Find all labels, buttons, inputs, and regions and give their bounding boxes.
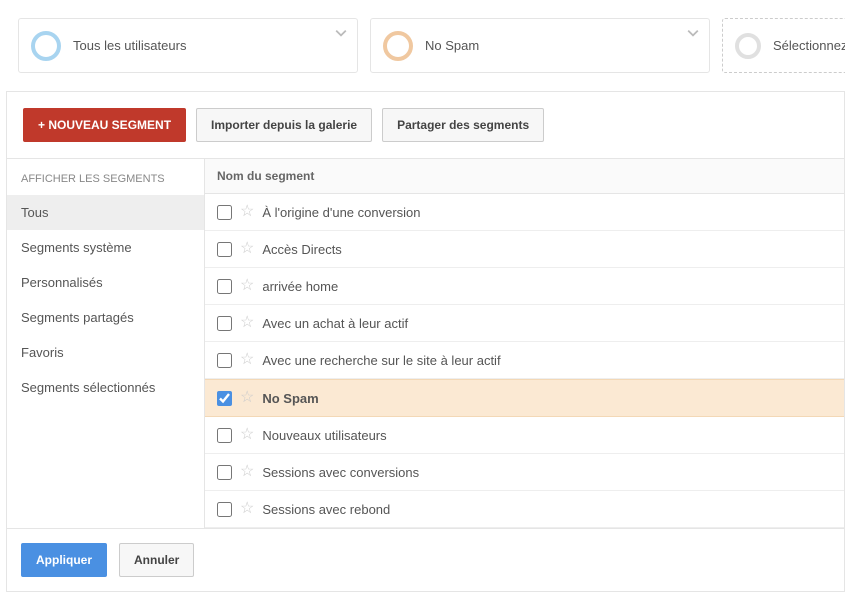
row-checkbox[interactable] <box>217 428 232 443</box>
row-label: No Spam <box>262 391 318 406</box>
sidebar-item[interactable]: Segments partagés <box>7 300 204 335</box>
table-row[interactable]: ☆ Avec une recherche sur le site à leur a… <box>205 342 844 379</box>
table-row[interactable]: ☆ Sessions avec rebond <box>205 491 844 528</box>
row-label: À l'origine d'une conversion <box>262 205 420 220</box>
segment-cards: Tous les utilisateurs No Spam Sélectionnez <box>0 0 845 91</box>
chevron-down-icon[interactable] <box>335 27 347 42</box>
row-checkbox[interactable] <box>217 242 232 257</box>
cancel-button[interactable]: Annuler <box>119 543 194 577</box>
row-checkbox[interactable] <box>217 465 232 480</box>
content-area: AFFICHER LES SEGMENTS TousSegments systè… <box>7 158 844 528</box>
segments-table: Nom du segment ☆ À l'origine d'une conver… <box>205 158 844 528</box>
row-label: Nouveaux utilisateurs <box>262 428 386 443</box>
row-label: Accès Directs <box>262 242 341 257</box>
row-checkbox[interactable] <box>217 353 232 368</box>
table-header-row: Nom du segment <box>205 158 844 194</box>
column-header-name: Nom du segment <box>205 159 326 193</box>
sidebar-item[interactable]: Favoris <box>7 335 204 370</box>
segments-panel: + NOUVEAU SEGMENT Importer depuis la gal… <box>6 91 845 592</box>
segment-card-label: No Spam <box>425 38 479 53</box>
apply-button[interactable]: Appliquer <box>21 543 107 577</box>
segment-circle-icon <box>31 31 61 61</box>
sidebar-item[interactable]: Segments système <box>7 230 204 265</box>
table-rows: ☆ À l'origine d'une conversion ☆ Accès Dire… <box>205 194 844 528</box>
new-segment-button[interactable]: + NOUVEAU SEGMENT <box>23 108 186 142</box>
table-row[interactable]: ☆ Avec un achat à leur actif <box>205 305 844 342</box>
row-checkbox[interactable] <box>217 316 232 331</box>
sidebar-item[interactable]: Personnalisés <box>7 265 204 300</box>
chevron-down-icon[interactable] <box>687 27 699 42</box>
footer: Appliquer Annuler <box>7 528 844 591</box>
table-row[interactable]: ☆ Accès Directs <box>205 231 844 268</box>
star-icon[interactable]: ☆ <box>240 204 254 220</box>
share-segments-button[interactable]: Partager des segments <box>382 108 544 142</box>
segment-card-2[interactable]: Sélectionnez <box>722 18 845 73</box>
star-icon[interactable]: ☆ <box>240 390 254 406</box>
row-label: arrivée home <box>262 279 338 294</box>
star-icon[interactable]: ☆ <box>240 501 254 517</box>
table-row[interactable]: ☆ No Spam <box>205 379 844 417</box>
star-icon[interactable]: ☆ <box>240 241 254 257</box>
sidebar: AFFICHER LES SEGMENTS TousSegments systè… <box>7 158 205 528</box>
table-row[interactable]: ☆ arrivée home <box>205 268 844 305</box>
star-icon[interactable]: ☆ <box>240 352 254 368</box>
row-label: Avec une recherche sur le site à leur ac… <box>262 353 500 368</box>
table-row[interactable]: ☆ À l'origine d'une conversion <box>205 194 844 231</box>
row-checkbox[interactable] <box>217 279 232 294</box>
segment-card-1[interactable]: No Spam <box>370 18 710 73</box>
star-icon[interactable]: ☆ <box>240 427 254 443</box>
segment-circle-icon <box>735 33 761 59</box>
table-row[interactable]: ☆ Nouveaux utilisateurs <box>205 417 844 454</box>
row-label: Avec un achat à leur actif <box>262 316 408 331</box>
row-checkbox[interactable] <box>217 391 232 406</box>
row-label: Sessions avec rebond <box>262 502 390 517</box>
segment-card-0[interactable]: Tous les utilisateurs <box>18 18 358 73</box>
import-gallery-button[interactable]: Importer depuis la galerie <box>196 108 372 142</box>
row-checkbox[interactable] <box>217 205 232 220</box>
star-icon[interactable]: ☆ <box>240 278 254 294</box>
row-label: Sessions avec conversions <box>262 465 419 480</box>
segment-card-label: Sélectionnez <box>773 38 845 53</box>
sidebar-item[interactable]: Segments sélectionnés <box>7 370 204 405</box>
row-checkbox[interactable] <box>217 502 232 517</box>
toolbar: + NOUVEAU SEGMENT Importer depuis la gal… <box>7 92 844 158</box>
sidebar-header: AFFICHER LES SEGMENTS <box>7 158 204 195</box>
table-row[interactable]: ☆ Sessions avec conversions <box>205 454 844 491</box>
segment-card-label: Tous les utilisateurs <box>73 38 186 53</box>
segment-circle-icon <box>383 31 413 61</box>
sidebar-items: TousSegments systèmePersonnalisésSegment… <box>7 195 204 405</box>
star-icon[interactable]: ☆ <box>240 315 254 331</box>
sidebar-item[interactable]: Tous <box>7 195 204 230</box>
star-icon[interactable]: ☆ <box>240 464 254 480</box>
